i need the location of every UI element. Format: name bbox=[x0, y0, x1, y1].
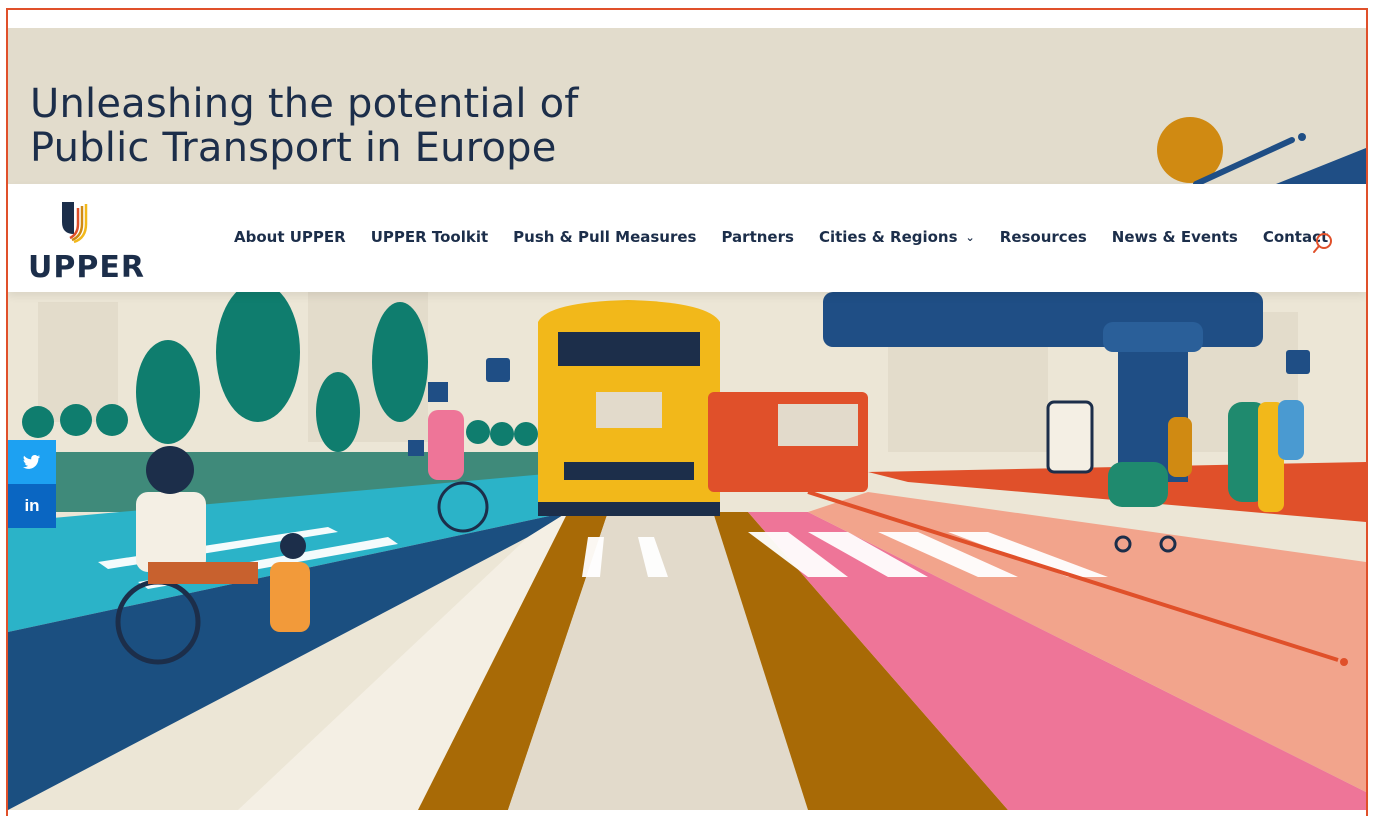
logo-text: UPPER bbox=[28, 250, 145, 285]
search-icon[interactable] bbox=[1312, 232, 1334, 254]
chevron-down-icon: ⌄ bbox=[965, 230, 975, 244]
page-title: Unleashing the potential of Public Trans… bbox=[30, 82, 579, 170]
hero-illustration bbox=[8, 292, 1366, 810]
banner-decoration bbox=[1157, 117, 1366, 184]
nav-about-upper[interactable]: About UPPER bbox=[234, 228, 346, 246]
nav-upper-toolkit[interactable]: UPPER Toolkit bbox=[371, 228, 488, 246]
nav-resources[interactable]: Resources bbox=[1000, 228, 1087, 246]
title-line-1: Unleashing the potential of bbox=[30, 81, 579, 127]
nav-news-events[interactable]: News & Events bbox=[1112, 228, 1238, 246]
title-line-2: Public Transport in Europe bbox=[30, 125, 557, 171]
nav-push-pull-measures[interactable]: Push & Pull Measures bbox=[513, 228, 696, 246]
main-navbar: UPPER About UPPER UPPER Toolkit Push & P… bbox=[8, 184, 1366, 292]
linkedin-share-button[interactable]: in bbox=[8, 484, 56, 528]
transport-illustration bbox=[8, 292, 1366, 810]
nav-cities-regions[interactable]: Cities & Regions ⌄ bbox=[819, 228, 975, 246]
nav-partners[interactable]: Partners bbox=[721, 228, 793, 246]
page-frame: Unleashing the potential of Public Trans… bbox=[6, 8, 1368, 816]
logo-mark-icon bbox=[62, 202, 88, 244]
primary-nav: About UPPER UPPER Toolkit Push & Pull Me… bbox=[234, 228, 1353, 246]
upper-logo[interactable]: UPPER bbox=[24, 194, 145, 285]
twitter-share-button[interactable] bbox=[8, 440, 56, 484]
linkedin-icon: in bbox=[24, 496, 40, 515]
hero-banner: Unleashing the potential of Public Trans… bbox=[8, 28, 1366, 184]
twitter-icon bbox=[23, 455, 40, 469]
